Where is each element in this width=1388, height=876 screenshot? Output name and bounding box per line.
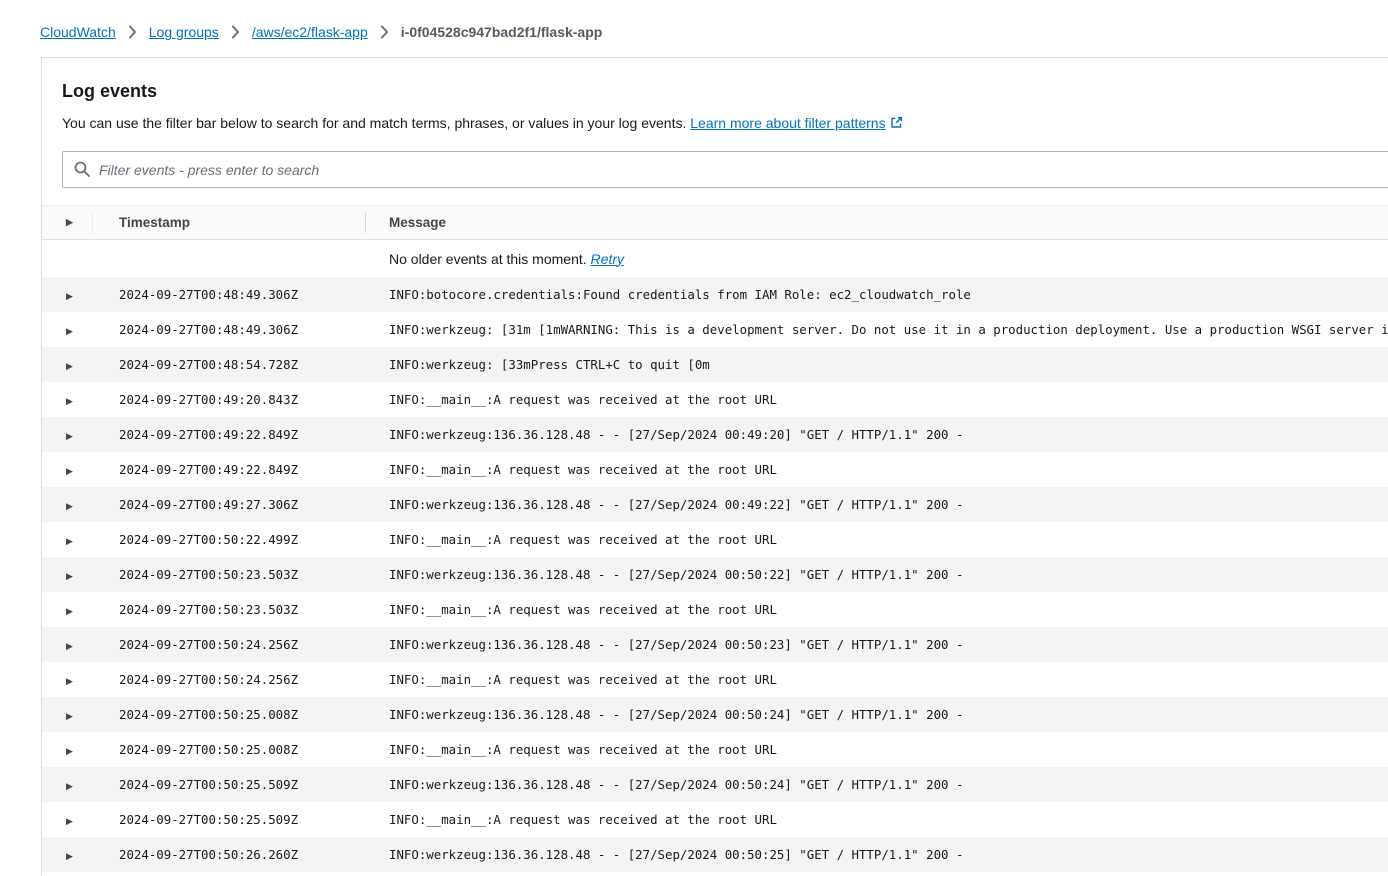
breadcrumb-chevron-icon [380, 25, 389, 39]
expand-arrow-icon[interactable]: ▶ [66, 677, 73, 686]
breadcrumb-link-log-group[interactable]: /aws/ec2/flask-app [252, 24, 368, 40]
table-row[interactable]: ▶ 2024-09-27T00:48:49.306Z INFO:botocore… [42, 277, 1388, 312]
log-timestamp: 2024-09-27T00:48:54.728Z [93, 357, 366, 372]
expand-arrow-icon[interactable]: ▶ [66, 712, 73, 721]
log-message: INFO:werkzeug: [33mPress CTRL+C to quit … [366, 357, 1388, 372]
log-message: INFO:__main__:A request was received at … [366, 392, 1388, 407]
log-message: INFO:__main__:A request was received at … [366, 812, 1388, 827]
expand-arrow-icon[interactable]: ▶ [66, 502, 73, 511]
table-row[interactable]: ▶ 2024-09-27T00:50:24.256Z INFO:werkzeug… [42, 627, 1388, 662]
log-timestamp: 2024-09-27T00:49:22.849Z [93, 462, 366, 477]
log-message: INFO:botocore.credentials:Found credenti… [366, 287, 1388, 302]
log-timestamp: 2024-09-27T00:50:25.008Z [93, 742, 366, 757]
table-row[interactable]: ▶ 2024-09-27T00:49:27.306Z INFO:werkzeug… [42, 487, 1388, 522]
log-timestamp: 2024-09-27T00:50:22.499Z [93, 532, 366, 547]
search-icon [74, 161, 90, 182]
table-row[interactable]: ▶ 2024-09-27T00:50:25.509Z INFO:__main__… [42, 802, 1388, 837]
table-row[interactable]: ▶ 2024-09-27T00:48:54.728Z INFO:werkzeug… [42, 347, 1388, 382]
table-row[interactable]: ▶ 2024-09-27T00:48:49.306Z INFO:werkzeug… [42, 312, 1388, 347]
table-row[interactable]: ▶ 2024-09-27T00:49:22.849Z INFO:werkzeug… [42, 417, 1388, 452]
log-message: INFO:werkzeug:136.36.128.48 - - [27/Sep/… [366, 497, 1388, 512]
table-row[interactable]: ▶ 2024-09-27T00:50:23.503Z INFO:__main__… [42, 592, 1388, 627]
log-timestamp: 2024-09-27T00:48:49.306Z [93, 322, 366, 337]
expand-arrow-icon[interactable]: ▶ [66, 782, 73, 791]
expand-arrow-icon[interactable]: ▶ [66, 852, 73, 861]
log-timestamp: 2024-09-27T00:50:25.008Z [93, 707, 366, 722]
table-row[interactable]: ▶ 2024-09-27T00:50:26.260Z INFO:werkzeug… [42, 837, 1388, 872]
log-message: INFO:__main__:A request was received at … [366, 672, 1388, 687]
table-row[interactable]: ▶ 2024-09-27T00:50:22.499Z INFO:__main__… [42, 522, 1388, 557]
panel-description: You can use the filter bar below to sear… [62, 115, 1388, 132]
expand-arrow-icon[interactable]: ▶ [66, 537, 73, 546]
table-row[interactable]: ▶ 2024-09-27T00:49:20.843Z INFO:__main__… [42, 382, 1388, 417]
expand-arrow-icon[interactable]: ▶ [66, 747, 73, 756]
table-header-row: ▶ Timestamp Message [42, 205, 1388, 240]
log-timestamp: 2024-09-27T00:49:20.843Z [93, 392, 366, 407]
table-row[interactable]: ▶ 2024-09-27T00:50:24.256Z INFO:__main__… [42, 662, 1388, 697]
expand-arrow-icon[interactable]: ▶ [66, 292, 73, 301]
expand-arrow-icon[interactable]: ▶ [66, 327, 73, 336]
expand-arrow-icon[interactable]: ▶ [66, 572, 73, 581]
log-message: INFO:werkzeug:136.36.128.48 - - [27/Sep/… [366, 847, 1388, 862]
log-events-panel: Log events You can use the filter bar be… [41, 57, 1388, 876]
log-timestamp: 2024-09-27T00:49:27.306Z [93, 497, 366, 512]
log-timestamp: 2024-09-27T00:50:23.503Z [93, 567, 366, 582]
expand-arrow-icon[interactable]: ▶ [66, 607, 73, 616]
expand-arrow-icon[interactable]: ▶ [66, 397, 73, 406]
no-older-events-row: No older events at this moment. Retry [42, 240, 1388, 277]
log-message: INFO:werkzeug:136.36.128.48 - - [27/Sep/… [366, 427, 1388, 442]
breadcrumb-chevron-icon [128, 25, 137, 39]
breadcrumb: CloudWatch Log groups /aws/ec2/flask-app… [0, 0, 1388, 40]
column-header-timestamp: Timestamp [93, 206, 366, 239]
table-row[interactable]: ▶ 2024-09-27T00:50:25.008Z INFO:werkzeug… [42, 697, 1388, 732]
log-message: INFO:__main__:A request was received at … [366, 532, 1388, 547]
log-timestamp: 2024-09-27T00:50:26.260Z [93, 847, 366, 862]
expand-arrow-icon[interactable]: ▶ [66, 467, 73, 476]
external-link-icon [890, 116, 903, 132]
table-row[interactable]: ▶ 2024-09-27T00:50:25.509Z INFO:werkzeug… [42, 767, 1388, 802]
table-row[interactable]: ▶ 2024-09-27T00:49:22.849Z INFO:__main__… [42, 452, 1388, 487]
log-timestamp: 2024-09-27T00:50:24.256Z [93, 672, 366, 687]
breadcrumb-chevron-icon [231, 25, 240, 39]
breadcrumb-link-log-groups[interactable]: Log groups [149, 24, 219, 40]
log-message: INFO:werkzeug: [31m [1mWARNING: This is … [366, 322, 1388, 337]
breadcrumb-link-cloudwatch[interactable]: CloudWatch [40, 24, 116, 40]
log-rows: ▶ 2024-09-27T00:48:49.306Z INFO:botocore… [42, 277, 1388, 872]
log-timestamp: 2024-09-27T00:50:24.256Z [93, 637, 366, 652]
expand-arrow-icon[interactable]: ▶ [66, 642, 73, 651]
log-timestamp: 2024-09-27T00:49:22.849Z [93, 427, 366, 442]
breadcrumb-current-stream: i-0f04528c947bad2f1/flask-app [401, 24, 603, 40]
expand-arrow-icon[interactable]: ▶ [66, 362, 73, 371]
log-timestamp: 2024-09-27T00:50:25.509Z [93, 812, 366, 827]
page-title: Log events [62, 81, 1388, 102]
log-timestamp: 2024-09-27T00:50:25.509Z [93, 777, 366, 792]
panel-description-text: You can use the filter bar below to sear… [62, 115, 686, 131]
column-header-message: Message [366, 215, 1388, 230]
log-message: INFO:werkzeug:136.36.128.48 - - [27/Sep/… [366, 637, 1388, 652]
log-message: INFO:werkzeug:136.36.128.48 - - [27/Sep/… [366, 777, 1388, 792]
log-message: INFO:werkzeug:136.36.128.48 - - [27/Sep/… [366, 567, 1388, 582]
expand-all-arrow-icon[interactable]: ▶ [66, 218, 73, 227]
log-message: INFO:werkzeug:136.36.128.48 - - [27/Sep/… [366, 707, 1388, 722]
filter-events-input[interactable] [62, 151, 1388, 188]
table-row[interactable]: ▶ 2024-09-27T00:50:25.008Z INFO:__main__… [42, 732, 1388, 767]
retry-link[interactable]: Retry [591, 251, 624, 267]
filter-bar [62, 151, 1388, 188]
log-message: INFO:__main__:A request was received at … [366, 602, 1388, 617]
log-message: INFO:__main__:A request was received at … [366, 742, 1388, 757]
expand-arrow-icon[interactable]: ▶ [66, 432, 73, 441]
log-timestamp: 2024-09-27T00:48:49.306Z [93, 287, 366, 302]
no-older-events-text: No older events at this moment. [389, 251, 587, 267]
learn-more-link[interactable]: Learn more about filter patterns [690, 115, 902, 131]
expand-arrow-icon[interactable]: ▶ [66, 817, 73, 826]
log-timestamp: 2024-09-27T00:50:23.503Z [93, 602, 366, 617]
log-message: INFO:__main__:A request was received at … [366, 462, 1388, 477]
table-row[interactable]: ▶ 2024-09-27T00:50:23.503Z INFO:werkzeug… [42, 557, 1388, 592]
log-events-table: ▶ Timestamp Message No older events at t… [42, 205, 1388, 872]
